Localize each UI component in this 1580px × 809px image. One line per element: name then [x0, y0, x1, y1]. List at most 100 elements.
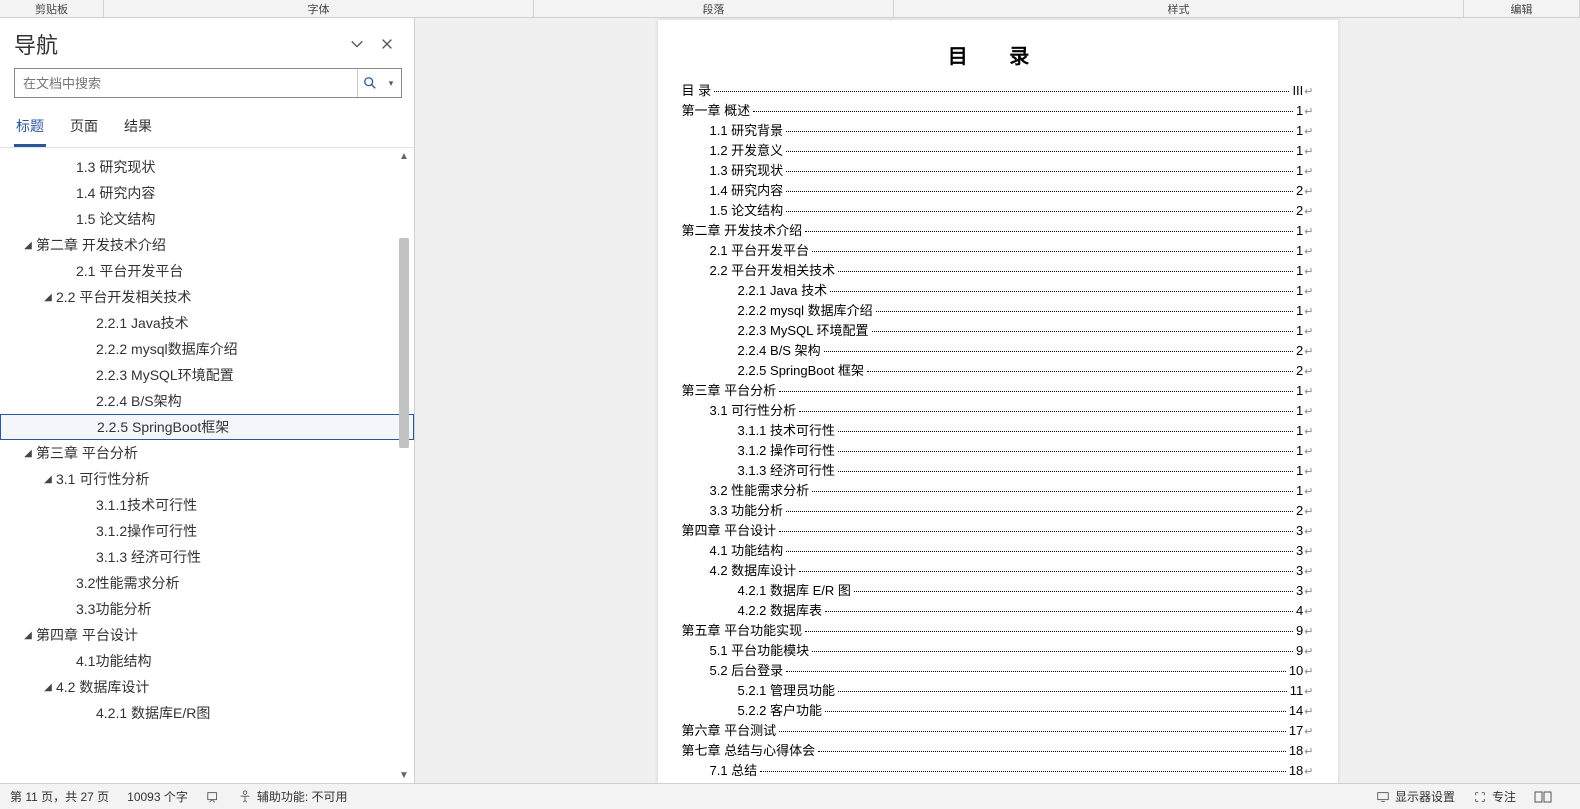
- status-focus-mode[interactable]: 专注: [1473, 788, 1516, 805]
- nav-tree-item[interactable]: 2.2.2 mysql数据库介绍: [0, 336, 414, 362]
- toc-entry[interactable]: 第二章 开发技术介绍1↵: [682, 221, 1314, 241]
- ribbon-group-font: 字体: [104, 0, 534, 17]
- nav-tree-item[interactable]: ◢3.1 可行性分析: [0, 466, 414, 492]
- nav-tree-item[interactable]: ◢第二章 开发技术介绍: [0, 232, 414, 258]
- scroll-up-arrow[interactable]: ▲: [396, 148, 412, 164]
- toc-entry[interactable]: 3.1 可行性分析1↵: [682, 401, 1314, 421]
- toc-entry[interactable]: 3.2 性能需求分析1↵: [682, 481, 1314, 501]
- paragraph-mark-icon: ↵: [1304, 82, 1313, 102]
- toc-entry[interactable]: 2.2.2 mysql 数据库介绍1↵: [682, 301, 1314, 321]
- nav-tree-item[interactable]: ◢4.2 数据库设计: [0, 674, 414, 700]
- toc-entry[interactable]: 第五章 平台功能实现9↵: [682, 621, 1314, 641]
- toc-entry[interactable]: 1.5 论文结构2↵: [682, 201, 1314, 221]
- status-word-count[interactable]: 10093 个字: [127, 788, 188, 805]
- status-page[interactable]: 第 11 页，共 27 页: [10, 788, 109, 805]
- nav-tree-item[interactable]: 1.5 论文结构: [0, 206, 414, 232]
- toc-entry[interactable]: 1.2 开发意义1↵: [682, 141, 1314, 161]
- nav-tab-0[interactable]: 标题: [14, 108, 46, 147]
- toc-entry[interactable]: 1.3 研究现状1↵: [682, 161, 1314, 181]
- paragraph-mark-icon: ↵: [1304, 542, 1313, 562]
- toc-entry[interactable]: 第六章 平台测试17↵: [682, 721, 1314, 741]
- toc-heading: 目 录: [682, 40, 1314, 69]
- toc-entry-text: 7.1 总结: [710, 761, 758, 781]
- status-display-settings[interactable]: 显示器设置: [1376, 788, 1455, 805]
- nav-search-dropdown[interactable]: ▾: [381, 69, 401, 97]
- toc-leader-dots: [760, 771, 1286, 772]
- nav-tree-item[interactable]: 4.1功能结构: [0, 648, 414, 674]
- toc-entry[interactable]: 4.1 功能结构3↵: [682, 541, 1314, 561]
- toc-entry[interactable]: 3.1.3 经济可行性1↵: [682, 461, 1314, 481]
- toc-leader-dots: [779, 531, 1293, 532]
- nav-scrollbar[interactable]: ▲ ▼: [396, 148, 412, 783]
- document-area[interactable]: 目 录 目 录III↵第一章 概述1↵1.1 研究背景1↵1.2 开发意义1↵1…: [415, 18, 1580, 783]
- nav-tree-item[interactable]: ◢2.2 平台开发相关技术: [0, 284, 414, 310]
- toc-entry[interactable]: 5.2 后台登录10↵: [682, 661, 1314, 681]
- toc-entry[interactable]: 3.1.2 操作可行性1↵: [682, 441, 1314, 461]
- nav-tree-item[interactable]: 4.2.1 数据库E/R图: [0, 700, 414, 726]
- toc-entry[interactable]: 4.2 数据库设计3↵: [682, 561, 1314, 581]
- nav-tab-1[interactable]: 页面: [68, 108, 100, 147]
- nav-search-button[interactable]: [357, 69, 381, 97]
- scroll-down-arrow[interactable]: ▼: [396, 767, 412, 783]
- chevron-icon: ◢: [20, 630, 36, 641]
- toc-entry[interactable]: 3.1.1 技术可行性1↵: [682, 421, 1314, 441]
- nav-tree-item[interactable]: 3.1.2操作可行性: [0, 518, 414, 544]
- toc-leader-dots: [838, 271, 1293, 272]
- nav-tabs: 标题页面结果: [0, 108, 414, 148]
- nav-tree-item[interactable]: ◢第三章 平台分析: [0, 440, 414, 466]
- toc-entry[interactable]: 5.2.2 客户功能14↵: [682, 701, 1314, 721]
- toc-entry[interactable]: 2.2.1 Java 技术1↵: [682, 281, 1314, 301]
- nav-tree-item[interactable]: 3.1.3 经济可行性: [0, 544, 414, 570]
- toc-entry[interactable]: 2.1 平台开发平台1↵: [682, 241, 1314, 261]
- toc-leader-dots: [805, 631, 1293, 632]
- toc-entry[interactable]: 第四章 平台设计3↵: [682, 521, 1314, 541]
- toc-entry[interactable]: 3.3 功能分析2↵: [682, 501, 1314, 521]
- nav-tree-item[interactable]: 2.2.5 SpringBoot框架: [0, 414, 414, 440]
- toc-entry[interactable]: 5.2.1 管理员功能11↵: [682, 681, 1314, 701]
- toc-entry[interactable]: 目 录III↵: [682, 81, 1314, 101]
- nav-tree-item[interactable]: ◢第四章 平台设计: [0, 622, 414, 648]
- toc-entry[interactable]: 7.1 总结18↵: [682, 761, 1314, 781]
- nav-tree-item[interactable]: 3.2性能需求分析: [0, 570, 414, 596]
- status-view-buttons[interactable]: [1534, 790, 1552, 804]
- nav-tab-2[interactable]: 结果: [122, 108, 154, 147]
- toc-entry[interactable]: 1.4 研究内容2↵: [682, 181, 1314, 201]
- nav-close-button[interactable]: [372, 29, 402, 59]
- scroll-thumb[interactable]: [399, 238, 409, 448]
- nav-tree-item[interactable]: 3.3功能分析: [0, 596, 414, 622]
- nav-tree-item[interactable]: 1.3 研究现状: [0, 154, 414, 180]
- toc-entry[interactable]: 2.2.4 B/S 架构2↵: [682, 341, 1314, 361]
- toc-entry[interactable]: 1.1 研究背景1↵: [682, 121, 1314, 141]
- toc-entry-page: 1: [1296, 241, 1303, 261]
- toc-entry-text: 4.2.1 数据库 E/R 图: [738, 581, 851, 601]
- toc-entry[interactable]: 第三章 平台分析1↵: [682, 381, 1314, 401]
- nav-tree-label: 2.1 平台开发平台: [76, 261, 183, 281]
- nav-tree-item[interactable]: 2.2.1 Java技术: [0, 310, 414, 336]
- toc-entry-page: 1: [1296, 221, 1303, 241]
- nav-collapse-button[interactable]: [342, 29, 372, 59]
- toc-entry[interactable]: 5.1 平台功能模块9↵: [682, 641, 1314, 661]
- nav-tree-item[interactable]: 2.2.3 MySQL环境配置: [0, 362, 414, 388]
- paragraph-mark-icon: ↵: [1304, 302, 1313, 322]
- nav-search-input[interactable]: [15, 69, 357, 97]
- toc-entry[interactable]: 2.2.5 SpringBoot 框架2↵: [682, 361, 1314, 381]
- toc-entry-page: 18: [1289, 761, 1303, 781]
- chevron-icon: ◢: [20, 240, 36, 251]
- toc-entry[interactable]: 2.2.3 MySQL 环境配置1↵: [682, 321, 1314, 341]
- nav-tree-item[interactable]: 3.1.1技术可行性: [0, 492, 414, 518]
- toc-entry[interactable]: 第七章 总结与心得体会18↵: [682, 741, 1314, 761]
- status-accessibility[interactable]: 辅助功能: 不可用: [238, 788, 348, 805]
- nav-tree-item[interactable]: 2.2.4 B/S架构: [0, 388, 414, 414]
- nav-search-box[interactable]: ▾: [14, 68, 402, 98]
- nav-tree-item[interactable]: 2.1 平台开发平台: [0, 258, 414, 284]
- toc-entry[interactable]: 4.2.1 数据库 E/R 图3↵: [682, 581, 1314, 601]
- toc-entry[interactable]: 2.2 平台开发相关技术1↵: [682, 261, 1314, 281]
- toc-entry[interactable]: 4.2.2 数据库表4↵: [682, 601, 1314, 621]
- nav-tree-item[interactable]: 1.4 研究内容: [0, 180, 414, 206]
- toc-entry-text: 1.5 论文结构: [710, 201, 784, 221]
- read-mode-icon: [1534, 790, 1552, 804]
- nav-tree-label: 3.1.3 经济可行性: [96, 547, 201, 567]
- toc-entry-page: 2: [1296, 501, 1303, 521]
- status-spellcheck[interactable]: [206, 790, 220, 804]
- toc-entry[interactable]: 第一章 概述1↵: [682, 101, 1314, 121]
